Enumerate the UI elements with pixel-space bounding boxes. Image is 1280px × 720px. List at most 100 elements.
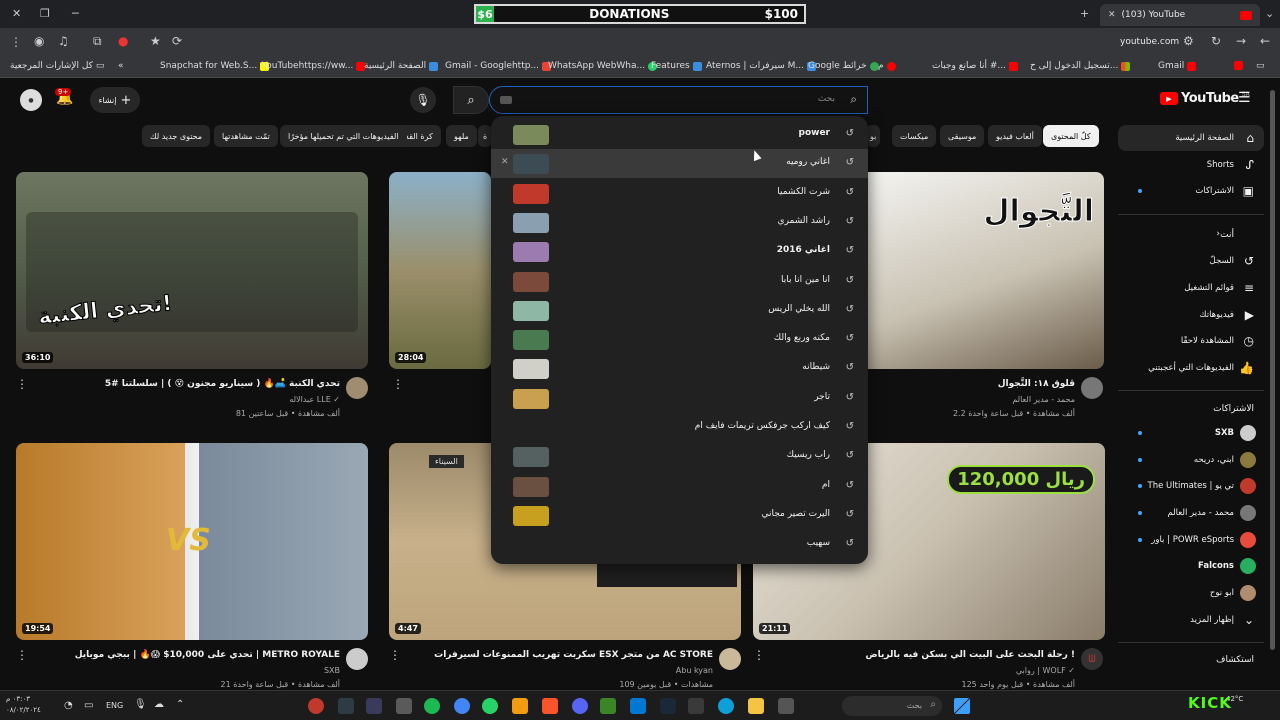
language-indicator[interactable]: ENG [106, 701, 123, 710]
address-bar-url[interactable]: youtube.com [1120, 37, 1179, 47]
new-tab-icon[interactable]: + [1080, 7, 1089, 20]
video-thumbnail[interactable]: التَّجوال [868, 172, 1104, 369]
keyboard-icon[interactable] [500, 96, 512, 104]
video-menu-icon[interactable]: ⋮ [16, 648, 28, 662]
bookmark-aternos[interactable]: Aternos | سيرفرات M... [706, 61, 816, 71]
sidebar-item-watch-later[interactable]: المشاهدة لاحقًا ◷ [1118, 328, 1264, 354]
channel-name[interactable]: محمد - مدير العالم [1012, 395, 1075, 404]
bookmark-whatsapp[interactable]: WhatsApp WebWha... [548, 61, 658, 71]
youtube-logo[interactable]: ▶ YouTube SA [1160, 91, 1250, 106]
bookmark-youtube-icon[interactable] [1234, 61, 1243, 70]
video-menu-icon[interactable]: ⋮ [753, 648, 765, 662]
search-suggestion[interactable]: اغاني 2016 ↺ [491, 237, 868, 266]
notification-icon[interactable]: ◔ [64, 700, 73, 711]
app-icon-store[interactable] [688, 698, 704, 714]
reload-icon[interactable]: ↻ [1211, 34, 1221, 48]
task-view-icon[interactable] [778, 698, 794, 714]
bookmark-features[interactable]: Features [651, 61, 702, 71]
sidebar-item-subscriptions[interactable]: الاشتراكات ▣ [1118, 178, 1264, 204]
video-thumbnail[interactable]: VS 19:54 [16, 443, 368, 640]
app-icon-record[interactable] [308, 698, 324, 714]
page-scrollbar[interactable] [1270, 90, 1275, 650]
voice-search-button[interactable]: 🎙 [410, 87, 436, 113]
spotify-icon[interactable] [424, 698, 440, 714]
search-suggestion[interactable]: راب ريسيك ↺ [491, 442, 868, 471]
site-settings-icon[interactable]: ⚙ [1183, 34, 1194, 48]
chip-mixes[interactable]: ميكسات [892, 125, 937, 147]
close-tab-icon[interactable]: ✕ [1108, 10, 1116, 20]
channel-name[interactable]: SXB [324, 666, 340, 675]
sidebar-item-history[interactable]: السجلّ ↺ [1118, 248, 1264, 274]
file-explorer-icon[interactable] [748, 698, 764, 714]
sidebar-sub-sxb[interactable]: SXB [1118, 420, 1264, 446]
search-suggestion[interactable]: ✕ اغاني روميه ↺ [491, 149, 868, 179]
clock-date[interactable]: ٠٨/٠٢/٢٠٢٤ [6, 705, 41, 716]
channel-avatar[interactable]: ᗯ [1081, 648, 1103, 670]
search-suggestion[interactable]: مكنه وربع والك ↺ [491, 325, 868, 354]
microphone-icon[interactable]: 🎙 [134, 699, 147, 710]
video-title[interactable]: ڤلوق ١٨: التَّجوال [998, 379, 1075, 389]
avatar[interactable]: ● [20, 89, 42, 111]
sidebar-item-liked[interactable]: الفيديوهات التي أعجبتني 👍 [1118, 355, 1264, 381]
remove-suggestion-icon[interactable]: ✕ [501, 157, 509, 167]
forward-icon[interactable]: → [1236, 34, 1246, 48]
extensions-icon[interactable]: ⧉ [93, 34, 102, 49]
search-suggestion[interactable]: شيطانه ↺ [491, 354, 868, 383]
outlook-icon[interactable] [630, 698, 646, 714]
search-suggestion[interactable]: ام ↺ [491, 472, 868, 501]
bookmark-gmail-2[interactable]: Gmail [1158, 61, 1197, 71]
screenshot-icon[interactable]: ⟳ [172, 34, 182, 48]
chevron-left-icon[interactable]: « [118, 61, 124, 71]
search-suggestion[interactable]: كيف اركب جرفكس تريمات فايف ام ↺ [491, 413, 868, 442]
video-thumbnail[interactable]: 28:04 [389, 172, 491, 369]
chip-all[interactable]: كلّ المحتوى [1043, 125, 1099, 147]
channel-avatar[interactable] [719, 648, 741, 670]
sidebar-sub-powr[interactable]: باور | POWR eSports [1118, 527, 1264, 553]
tab-youtube[interactable]: ✕ (103) YouTube [1100, 4, 1260, 26]
chip-entertainment[interactable]: ملهو [446, 125, 477, 147]
bookmark-m[interactable]: م [878, 61, 896, 71]
channel-name[interactable]: روابي | WOLF ✓ [1016, 666, 1075, 675]
bookmark-meals[interactable]: أنا صانع وجبات #... [932, 61, 1018, 71]
brave-icon[interactable] [542, 698, 558, 714]
search-suggestion[interactable]: سهيب ↺ [491, 530, 868, 559]
record-extension-icon[interactable]: ● [118, 34, 128, 48]
menu-kebab-icon[interactable]: ⋮ [10, 35, 22, 49]
tray-expand-icon[interactable]: ⌃ [176, 699, 184, 710]
app-icon-arrow[interactable] [512, 698, 528, 714]
chip-games[interactable]: ألعاب فيديو [988, 125, 1042, 147]
windows-start-icon[interactable] [954, 698, 970, 714]
bookmark-login[interactable]: تسجيل الدخول إلى ح... [1030, 61, 1131, 71]
bookmark-maps[interactable]: Google خرائط [808, 61, 879, 71]
search-suggestion[interactable]: انا مين انا بابا ↺ [491, 267, 868, 296]
create-button[interactable]: إنشاء + [90, 87, 140, 113]
battery-icon[interactable]: ▭ [84, 700, 93, 711]
app-icon-xbox[interactable] [396, 698, 412, 714]
chip-partial-1[interactable]: بو [866, 125, 881, 147]
bookmark-star-icon[interactable]: ★ [150, 34, 161, 48]
search-input[interactable]: بحث ⌕ [489, 86, 868, 114]
taskbar-search[interactable]: بحث ⌕ [842, 696, 942, 716]
sidebar-show-more[interactable]: إظهار المزيد ⌄ [1118, 607, 1264, 633]
app-icon-mail[interactable] [366, 698, 382, 714]
sidebar-item-your-videos[interactable]: فيديوهاتك ▶ [1118, 302, 1264, 328]
chip-music[interactable]: موسيقى [940, 125, 985, 147]
media-control-icon[interactable]: ♫ [58, 34, 69, 48]
chip-new-to-you[interactable]: محتوى جديد لك [142, 125, 211, 147]
tab-search-icon[interactable]: ⌄ [1265, 7, 1274, 20]
sidebar-item-playlists[interactable]: قوائم التشغيل ≡ [1118, 275, 1264, 301]
search-suggestion[interactable]: تاجر ↺ [491, 384, 868, 413]
app-icon-terminal[interactable] [338, 698, 354, 714]
chip-recently-uploaded[interactable]: الفيديوهات التي تم تحميلها مؤخرًا [280, 125, 407, 147]
search-button[interactable]: ⌕ [453, 86, 489, 114]
channel-name[interactable]: Abu kyan [676, 666, 713, 675]
chrome-icon[interactable] [454, 698, 470, 714]
video-title[interactable]: تحدي الكنبة 🛋️🔥 ( سيناريو مجنون 😵 ) | سل… [105, 379, 340, 389]
video-menu-icon[interactable]: ⋮ [389, 648, 401, 662]
search-suggestion[interactable]: اليرت تصير مجاني ↺ [491, 501, 868, 530]
video-thumbnail[interactable]: تحدي الكنبة! 36:10 [16, 172, 368, 369]
profile-icon[interactable]: ◉ [34, 34, 44, 48]
minimize-window-icon[interactable]: ─ [72, 7, 79, 20]
sidebar-sub-abu-noah[interactable]: ابو نوح [1118, 580, 1264, 606]
bookmark-gmail[interactable]: Gmail - Googlehttp... [445, 61, 552, 71]
